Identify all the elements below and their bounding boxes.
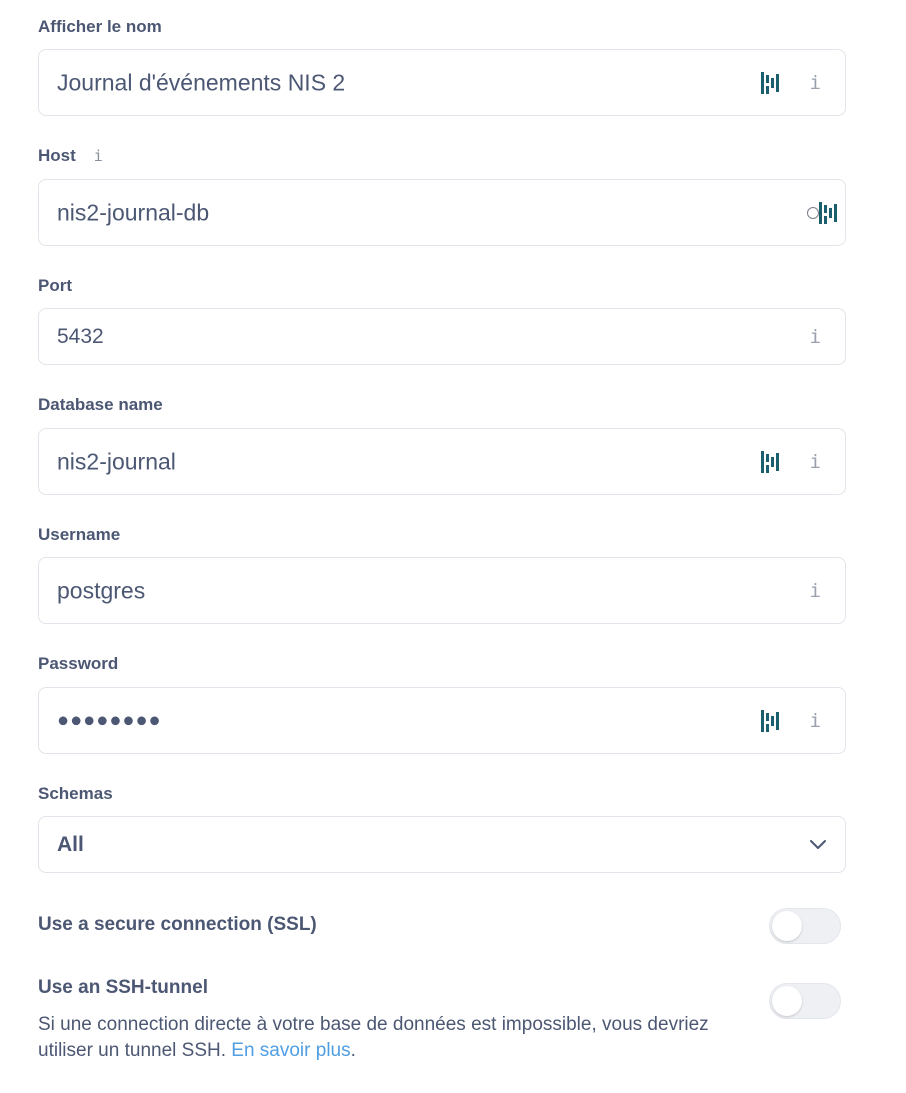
chevron-down-icon: [810, 839, 826, 849]
database-name-input[interactable]: nis2-journal i: [38, 428, 846, 495]
port-label-text: Port: [38, 276, 72, 295]
password-manager-icon[interactable]: [761, 709, 779, 732]
display-name-input[interactable]: Journal d'événements NIS 2 i: [38, 49, 846, 116]
password-manager-icon[interactable]: [761, 450, 779, 473]
host-value: nis2-journal-db: [57, 199, 210, 225]
username-label-text: Username: [38, 525, 121, 544]
password-value: ●●●●●●●●: [57, 709, 162, 731]
host-input[interactable]: nis2-journal-db: [38, 179, 846, 246]
host-label-text: Host: [38, 146, 76, 165]
ssh-description: Si une connection directe à votre base d…: [38, 1012, 768, 1064]
ssh-description-text: Si une connection directe à votre base d…: [38, 1014, 709, 1061]
username-input[interactable]: postgres i: [38, 557, 846, 624]
ssh-toggle-label: Use an SSH-tunnel: [38, 977, 208, 998]
ssl-toggle-knob: [772, 911, 802, 941]
schemas-select[interactable]: All: [38, 816, 846, 873]
database-name-value: nis2-journal: [57, 448, 176, 474]
port-input[interactable]: 5432 i: [38, 308, 846, 365]
password-label: Password: [38, 654, 118, 674]
schemas-label: Schemas: [38, 784, 113, 804]
schemas-value: All: [57, 832, 84, 856]
port-label: Port: [38, 276, 72, 296]
host-label: Host i: [38, 146, 103, 166]
info-icon[interactable]: i: [810, 451, 821, 473]
display-name-label-text: Afficher le nom: [38, 17, 162, 36]
username-value: postgres: [57, 577, 146, 603]
database-name-label: Database name: [38, 395, 163, 415]
ssh-description-period: .: [350, 1040, 356, 1061]
ssl-toggle-label: Use a secure connection (SSL): [38, 914, 317, 935]
info-icon[interactable]: i: [94, 147, 103, 165]
password-input[interactable]: ●●●●●●●● i: [38, 687, 846, 754]
info-icon[interactable]: i: [810, 580, 821, 602]
password-manager-icon[interactable]: [819, 201, 837, 224]
info-icon[interactable]: i: [810, 326, 821, 348]
database-name-label-text: Database name: [38, 395, 163, 414]
display-name-label: Afficher le nom: [38, 17, 162, 37]
schemas-label-text: Schemas: [38, 784, 113, 803]
autofill-circle-icon: [807, 206, 819, 219]
info-icon[interactable]: i: [810, 710, 821, 732]
ssl-toggle[interactable]: [769, 908, 841, 944]
info-icon[interactable]: i: [810, 72, 821, 94]
port-value: 5432: [57, 324, 104, 348]
learn-more-link[interactable]: En savoir plus: [231, 1040, 350, 1061]
ssh-toggle-knob: [772, 986, 802, 1016]
display-name-value: Journal d'événements NIS 2: [57, 69, 346, 95]
ssh-toggle[interactable]: [769, 983, 841, 1019]
password-label-text: Password: [38, 654, 119, 673]
username-label: Username: [38, 525, 120, 545]
password-manager-icon[interactable]: [761, 71, 779, 94]
